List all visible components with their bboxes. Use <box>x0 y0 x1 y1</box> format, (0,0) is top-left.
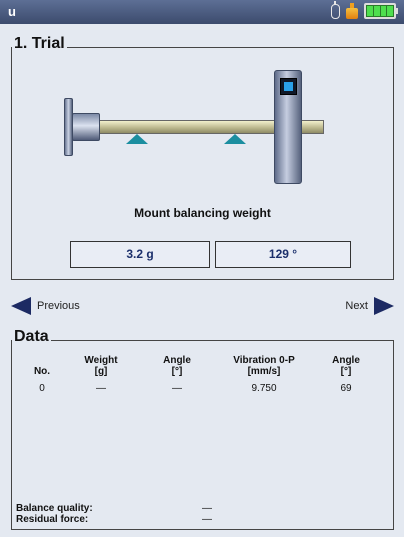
status-icons <box>331 0 398 19</box>
trial-title: 1. Trial <box>12 35 67 53</box>
balance-quality-label: Balance quality: <box>16 503 93 514</box>
column-header-phase-angle: Angle [°] <box>332 355 360 377</box>
cell-no: 0 <box>39 383 45 394</box>
rotor-diagram <box>64 70 334 210</box>
next-label: Next <box>345 300 368 312</box>
column-header-vibration: Vibration 0-P [mm/s] <box>233 355 295 377</box>
weight-value-field[interactable]: 3.2 g <box>70 241 210 268</box>
column-header-angle: Angle [°] <box>163 355 191 377</box>
cell-phase-angle: 69 <box>340 383 352 394</box>
sensor-icon <box>331 0 340 19</box>
arrow-right-icon <box>374 297 394 315</box>
balance-quality-value: — <box>202 503 212 514</box>
cell-angle: — <box>172 383 182 394</box>
status-bar: u <box>0 0 404 24</box>
previous-button[interactable]: Previous <box>11 297 80 315</box>
column-header-no: No. <box>33 366 51 377</box>
weight-icon <box>346 3 358 19</box>
bearing-1-icon <box>126 134 148 144</box>
previous-label: Previous <box>37 300 80 312</box>
residual-force-value: — <box>202 514 212 525</box>
trial-panel: 1. Trial Mount balancing weight 3.2 g 12… <box>11 35 394 280</box>
data-table: No. Weight [g] Angle [°] Vibration 0-P [mm/… <box>20 353 380 398</box>
cell-weight: — <box>96 383 106 394</box>
instruction-text: Mount balancing weight <box>134 206 271 220</box>
app-title: u <box>8 4 16 19</box>
coupling-hub <box>72 113 100 141</box>
cell-vibration: 9.750 <box>251 383 277 394</box>
bearing-2-icon <box>224 134 246 144</box>
data-title: Data <box>12 328 51 346</box>
column-header-weight: Weight [g] <box>84 355 118 377</box>
rotor-disk <box>274 70 302 184</box>
arrow-left-icon <box>11 297 31 315</box>
next-button[interactable]: Next <box>345 297 394 315</box>
angle-value-field[interactable]: 129 ° <box>215 241 351 268</box>
table-header-row: No. Weight [g] Angle [°] Vibration 0-P [mm/… <box>20 353 380 379</box>
table-row[interactable]: 0 — — 9.750 69 <box>20 379 380 398</box>
battery-icon <box>364 3 398 19</box>
residual-force-label: Residual force: <box>16 514 89 525</box>
data-panel: Data No. Weight [g] Angle [°] Vibration 0-… <box>11 328 394 530</box>
weight-position-marker-icon <box>280 78 297 95</box>
